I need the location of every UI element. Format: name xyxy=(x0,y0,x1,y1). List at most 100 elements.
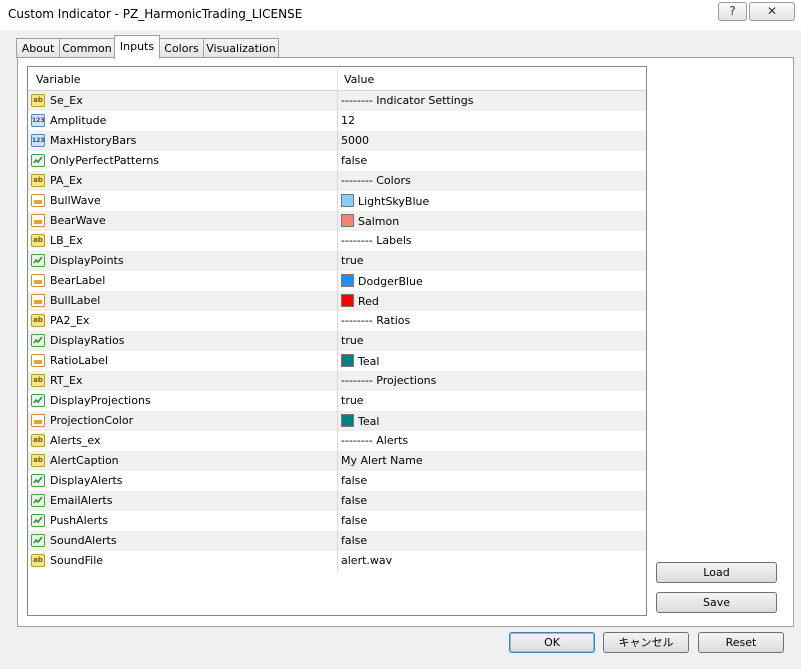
close-button[interactable]: ✕ xyxy=(749,2,795,21)
table-row[interactable]: ab SoundFile alert.wav xyxy=(28,551,646,571)
variable-name: RatioLabel xyxy=(50,354,108,367)
string-type-icon: ab xyxy=(31,374,45,387)
value-cell[interactable]: DodgerBlue xyxy=(341,274,423,288)
value-text: 5000 xyxy=(341,134,369,147)
column-divider xyxy=(337,211,338,231)
column-divider xyxy=(337,531,338,551)
table-row[interactable]: BearLabel DodgerBlue xyxy=(28,271,646,291)
value-cell[interactable]: true xyxy=(341,334,364,347)
table-row[interactable]: ab RT_Ex -------- Projections xyxy=(28,371,646,391)
value-cell[interactable]: Teal xyxy=(341,414,379,428)
value-cell[interactable]: false xyxy=(341,474,367,487)
table-row[interactable]: ab Alerts_ex -------- Alerts xyxy=(28,431,646,451)
value-text: true xyxy=(341,394,364,407)
value-cell[interactable]: false xyxy=(341,534,367,547)
value-text: true xyxy=(341,254,364,267)
value-cell[interactable]: -------- Alerts xyxy=(341,434,408,447)
help-button[interactable]: ? xyxy=(718,2,747,21)
string-type-icon: ab xyxy=(31,94,45,107)
table-row[interactable]: DisplayProjections true xyxy=(28,391,646,411)
load-button[interactable]: Load xyxy=(656,562,777,583)
variable-name: BearLabel xyxy=(50,274,106,287)
table-row[interactable]: ab Se_Ex -------- Indicator Settings xyxy=(28,91,646,111)
string-type-icon: ab xyxy=(31,454,45,467)
column-divider xyxy=(337,451,338,471)
column-divider xyxy=(337,191,338,211)
table-row[interactable]: PushAlerts false xyxy=(28,511,646,531)
table-row[interactable]: BullWave LightSkyBlue xyxy=(28,191,646,211)
column-divider xyxy=(337,431,338,451)
color-type-icon xyxy=(31,274,45,287)
value-cell[interactable]: 12 xyxy=(341,114,355,127)
tab-visualization[interactable]: Visualization xyxy=(203,38,279,58)
inputs-grid: Variable Value ab Se_Ex -------- Indicator… xyxy=(27,66,647,616)
variable-name: OnlyPerfectPatterns xyxy=(50,154,160,167)
boolean-type-icon xyxy=(31,494,45,507)
value-cell[interactable]: false xyxy=(341,514,367,527)
table-row[interactable]: 123 Amplitude 12 xyxy=(28,111,646,131)
value-cell[interactable]: LightSkyBlue xyxy=(341,194,429,208)
color-type-icon xyxy=(31,294,45,307)
column-header-variable[interactable]: Variable xyxy=(36,73,81,86)
table-row[interactable]: RatioLabel Teal xyxy=(28,351,646,371)
tab-about[interactable]: About xyxy=(16,38,60,58)
value-cell[interactable]: -------- Projections xyxy=(341,374,436,387)
column-header-value[interactable]: Value xyxy=(344,73,374,86)
value-cell[interactable]: -------- Indicator Settings xyxy=(341,94,473,107)
value-cell[interactable]: true xyxy=(341,394,364,407)
value-text: Teal xyxy=(358,355,380,368)
value-cell[interactable]: true xyxy=(341,254,364,267)
value-cell[interactable]: false xyxy=(341,154,367,167)
variable-name: BearWave xyxy=(50,214,106,227)
value-cell[interactable]: -------- Labels xyxy=(341,234,412,247)
variable-name: SoundAlerts xyxy=(50,534,117,547)
grid-rows: ab Se_Ex -------- Indicator Settings 123 Amp… xyxy=(28,91,646,571)
table-row[interactable]: DisplayRatios true xyxy=(28,331,646,351)
table-row[interactable]: EmailAlerts false xyxy=(28,491,646,511)
table-row[interactable]: ab LB_Ex -------- Labels xyxy=(28,231,646,251)
tab-colors[interactable]: Colors xyxy=(159,38,204,58)
table-row[interactable]: SoundAlerts false xyxy=(28,531,646,551)
value-cell[interactable]: Salmon xyxy=(341,214,399,228)
table-row[interactable]: DisplayPoints true xyxy=(28,251,646,271)
variable-name: DisplayProjections xyxy=(50,394,151,407)
column-divider xyxy=(337,271,338,291)
table-row[interactable]: ab PA2_Ex -------- Ratios xyxy=(28,311,646,331)
table-row[interactable]: OnlyPerfectPatterns false xyxy=(28,151,646,171)
table-row[interactable]: DisplayAlerts false xyxy=(28,471,646,491)
ok-button[interactable]: OK xyxy=(509,632,595,653)
value-text: -------- Projections xyxy=(341,374,437,387)
table-row[interactable]: ProjectionColor Teal xyxy=(28,411,646,431)
value-cell[interactable]: -------- Ratios xyxy=(341,314,410,327)
string-type-icon: ab xyxy=(31,434,45,447)
value-cell[interactable]: My Alert Name xyxy=(341,454,423,467)
boolean-type-icon xyxy=(31,334,45,347)
color-type-icon xyxy=(31,194,45,207)
column-divider xyxy=(337,411,338,431)
value-cell[interactable]: 5000 xyxy=(341,134,369,147)
value-cell[interactable]: -------- Colors xyxy=(341,174,411,187)
reset-button[interactable]: Reset xyxy=(698,632,784,653)
value-cell[interactable]: false xyxy=(341,494,367,507)
value-cell[interactable]: Red xyxy=(341,294,379,308)
table-row[interactable]: ab PA_Ex -------- Colors xyxy=(28,171,646,191)
tab-common[interactable]: Common xyxy=(59,38,115,58)
value-cell[interactable]: Teal xyxy=(341,354,379,368)
tab-inputs[interactable]: Inputs xyxy=(114,35,160,59)
column-divider xyxy=(337,291,338,311)
table-row[interactable]: ab AlertCaption My Alert Name xyxy=(28,451,646,471)
color-type-icon xyxy=(31,414,45,427)
boolean-type-icon xyxy=(31,534,45,547)
value-cell[interactable]: alert.wav xyxy=(341,554,392,567)
variable-name: RT_Ex xyxy=(50,374,83,387)
table-row[interactable]: BearWave Salmon xyxy=(28,211,646,231)
save-button[interactable]: Save xyxy=(656,592,777,613)
variable-name: SoundFile xyxy=(50,554,104,567)
color-swatch xyxy=(341,214,354,227)
column-divider[interactable] xyxy=(337,67,338,90)
column-divider xyxy=(337,111,338,131)
color-type-icon xyxy=(31,214,45,227)
table-row[interactable]: BullLabel Red xyxy=(28,291,646,311)
cancel-button[interactable]: キャンセル xyxy=(603,632,689,653)
table-row[interactable]: 123 MaxHistoryBars 5000 xyxy=(28,131,646,151)
